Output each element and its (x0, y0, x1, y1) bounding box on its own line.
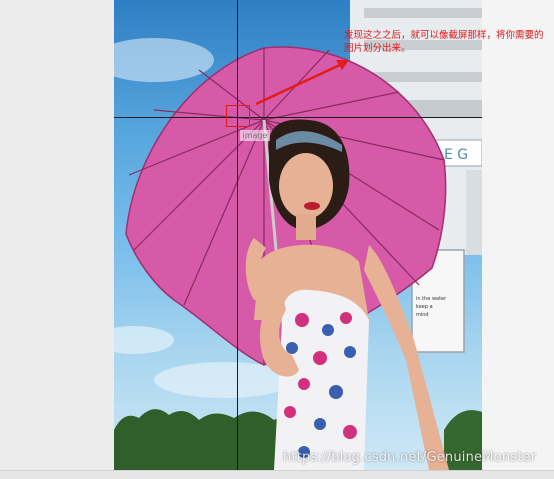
left-pane (0, 0, 114, 470)
sign-text: E G (444, 147, 468, 163)
selection-box[interactable] (226, 105, 250, 127)
svg-text:in the water: in the water (416, 296, 447, 302)
photo-scene: E G in the water keep a mind (114, 0, 482, 470)
crosshair-horizontal (114, 117, 482, 118)
right-pane (482, 0, 554, 470)
svg-text:keep a: keep a (416, 304, 433, 310)
svg-text:mind: mind (416, 312, 429, 318)
photo-canvas[interactable]: E G in the water keep a mind (114, 0, 482, 470)
annotation-text: 发现这之之后，就可以像截屏那样，将你需要的图片划分出来。 (344, 30, 544, 54)
crosshair-vertical (237, 0, 238, 470)
image-tag: image (240, 130, 270, 141)
watermark: https://blog.csdn.net/GenuineMonster (283, 450, 537, 465)
